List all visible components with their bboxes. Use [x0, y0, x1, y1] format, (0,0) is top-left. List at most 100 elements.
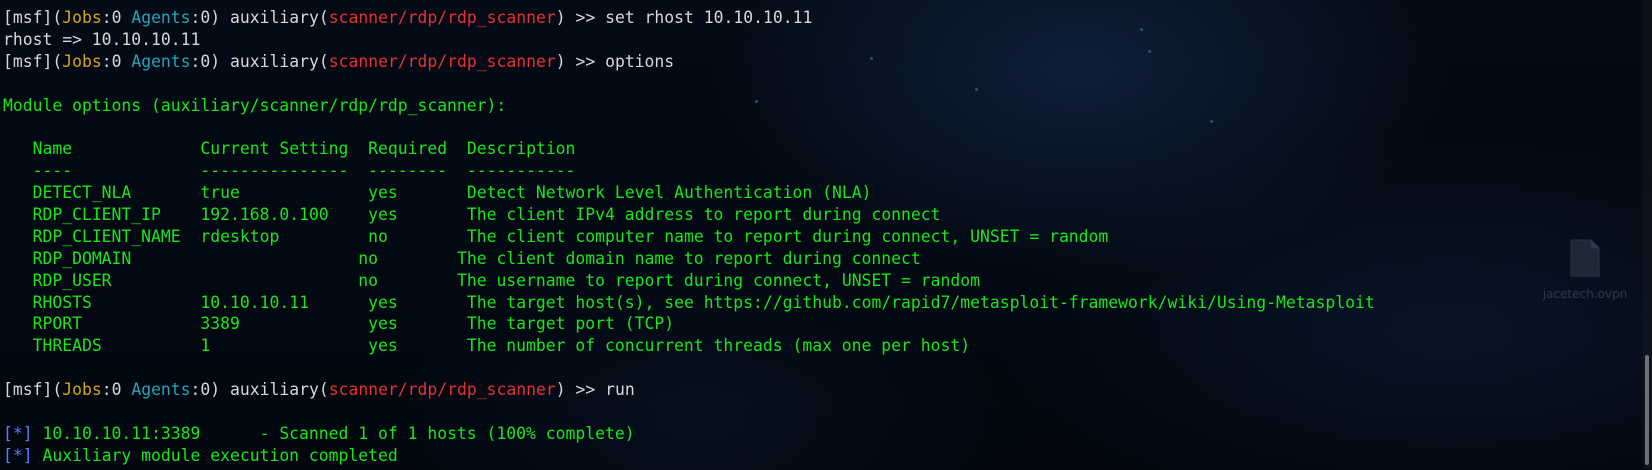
option-setting: 10.10.10.11	[200, 292, 309, 312]
command-text: options	[605, 51, 675, 71]
scan-progress-text: 10.10.10.11:3389 - Scanned 1 of 1 hosts …	[42, 423, 635, 443]
prompt-module-type: auxiliary	[230, 51, 319, 71]
prompt-paren: (	[52, 51, 63, 71]
prompt-arrow: >>	[575, 380, 596, 400]
prompt-jobs-value: 0	[111, 380, 122, 400]
command-text: set rhost 10.10.10.11	[605, 8, 813, 27]
option-required: yes	[368, 183, 398, 203]
table-row: RPORT 3389 yes The target port (TCP)	[3, 313, 1612, 335]
option-required: yes	[368, 205, 398, 225]
prompt-module-path: scanner/rdp/rdp_scanner	[328, 380, 556, 400]
prompt-paren: )	[555, 380, 566, 400]
prompt-paren: (	[52, 380, 63, 400]
options-table-underline: ---- --------------- -------- ----------…	[3, 160, 1612, 182]
option-setting: 1	[200, 336, 211, 356]
option-name: RDP_CLIENT_IP	[32, 205, 161, 225]
option-required: no	[358, 248, 379, 268]
column-underline: -----------	[466, 161, 576, 181]
table-row: RHOSTS 10.10.10.11 yes The target host(s…	[3, 292, 1612, 314]
vertical-scrollbar[interactable]	[1643, 0, 1652, 470]
prompt-paren: (	[52, 8, 63, 27]
option-name: RHOSTS	[32, 292, 92, 312]
status-marker: [*]	[3, 445, 33, 465]
prompt-jobs-value: 0	[111, 8, 122, 27]
status-line: [*] 10.10.10.11:3389 - Scanned 1 of 1 ho…	[3, 423, 1612, 445]
prompt-agents-label: Agents	[131, 51, 191, 71]
table-row: RDP_USER no The username to report durin…	[3, 270, 1612, 292]
status-marker: [*]	[3, 423, 33, 443]
option-name: THREADS	[32, 336, 102, 356]
option-description: The client domain name to report during …	[456, 248, 921, 268]
module-options-title: Module options (auxiliary/scanner/rdp/rd…	[3, 95, 507, 115]
desktop-file-shortcut[interactable]: jacetech.ovpn	[1535, 238, 1635, 306]
option-name: RDP_USER	[32, 270, 112, 290]
prompt-arrow: >>	[575, 8, 596, 27]
option-required: no	[368, 226, 388, 246]
prompt-agents-value: 0	[200, 380, 211, 400]
prompt-paren: (	[318, 51, 329, 71]
column-underline: --------	[368, 161, 448, 181]
prompt-jobs-label: Jobs	[62, 380, 102, 400]
option-description: The client IPv4 address to report during…	[466, 205, 941, 225]
terminal-output: [msf](Jobs:0 Agents:0) auxiliary(scanner…	[3, 7, 1612, 467]
prompt-agents-value: 0	[200, 51, 211, 71]
prompt-agents-value: 0	[200, 8, 211, 27]
option-description: The client computer name to report durin…	[466, 226, 1109, 246]
prompt-msf: [msf]	[3, 380, 53, 400]
option-description: Detect Network Level Authentication (NLA…	[466, 183, 872, 203]
prompt-arrow: >>	[575, 51, 596, 71]
column-underline: ----	[32, 161, 73, 181]
table-row: THREADS 1 yes The number of concurrent t…	[3, 335, 1612, 357]
prompt-msf: [msf]	[3, 8, 53, 27]
option-description: The username to report during connect, U…	[456, 270, 980, 290]
prompt-sep: :	[101, 8, 112, 27]
prompt-jobs-label: Jobs	[62, 8, 102, 27]
option-required: no	[358, 270, 379, 290]
prompt-module-type: auxiliary	[230, 8, 319, 27]
option-setting: 192.168.0.100	[200, 205, 329, 225]
table-row: DETECT_NLA true yes Detect Network Level…	[3, 182, 1612, 204]
prompt-module-type: auxiliary	[230, 380, 319, 400]
option-setting: true	[200, 183, 240, 203]
execution-complete-text: Auxiliary module execution completed	[42, 445, 398, 465]
table-row: RDP_CLIENT_NAME rdesktop no The client c…	[3, 226, 1612, 248]
option-required: yes	[368, 292, 398, 312]
options-table-header: Name Current Setting Required Descriptio…	[3, 138, 1612, 160]
option-description: The target port (TCP)	[466, 314, 675, 334]
option-description: The target host(s), see https://github.c…	[466, 292, 1375, 312]
table-row: RDP_DOMAIN no The client domain name to …	[3, 248, 1612, 270]
prompt-sep: :	[190, 380, 201, 400]
desktop-file-label: jacetech.ovpn	[1542, 287, 1628, 301]
option-name: DETECT_NLA	[32, 183, 132, 203]
option-setting: 3389	[200, 314, 240, 334]
prompt-sep: :	[101, 380, 112, 400]
prompt-line: [msf](Jobs:0 Agents:0) auxiliary(scanner…	[3, 379, 1612, 401]
prompt-jobs-label: Jobs	[62, 51, 102, 71]
column-header-required: Required	[368, 139, 448, 159]
option-required: yes	[368, 314, 398, 334]
prompt-paren: (	[318, 380, 329, 400]
column-underline: ---------------	[200, 161, 349, 181]
scrollbar-thumb[interactable]	[1645, 355, 1649, 465]
status-line: [*] Auxiliary module execution completed	[3, 445, 1612, 467]
option-name: RDP_CLIENT_NAME	[32, 226, 181, 246]
option-name: RDP_DOMAIN	[32, 248, 132, 268]
file-icon	[1570, 239, 1600, 277]
prompt-paren: )	[555, 51, 566, 71]
option-setting: rdesktop	[200, 226, 280, 246]
option-name: RPORT	[32, 314, 82, 334]
prompt-agents-label: Agents	[131, 380, 191, 400]
terminal-window[interactable]: [msf](Jobs:0 Agents:0) auxiliary(scanner…	[0, 0, 1652, 470]
option-required: yes	[368, 336, 398, 356]
column-header-current-setting: Current Setting	[200, 139, 349, 159]
prompt-paren: (	[318, 8, 329, 27]
prompt-line: [msf](Jobs:0 Agents:0) auxiliary(scanner…	[3, 7, 1612, 29]
prompt-paren: )	[210, 8, 221, 27]
command-text: run	[605, 380, 635, 400]
prompt-msf: [msf]	[3, 51, 53, 71]
prompt-paren: )	[210, 380, 221, 400]
prompt-agents-label: Agents	[131, 8, 191, 27]
